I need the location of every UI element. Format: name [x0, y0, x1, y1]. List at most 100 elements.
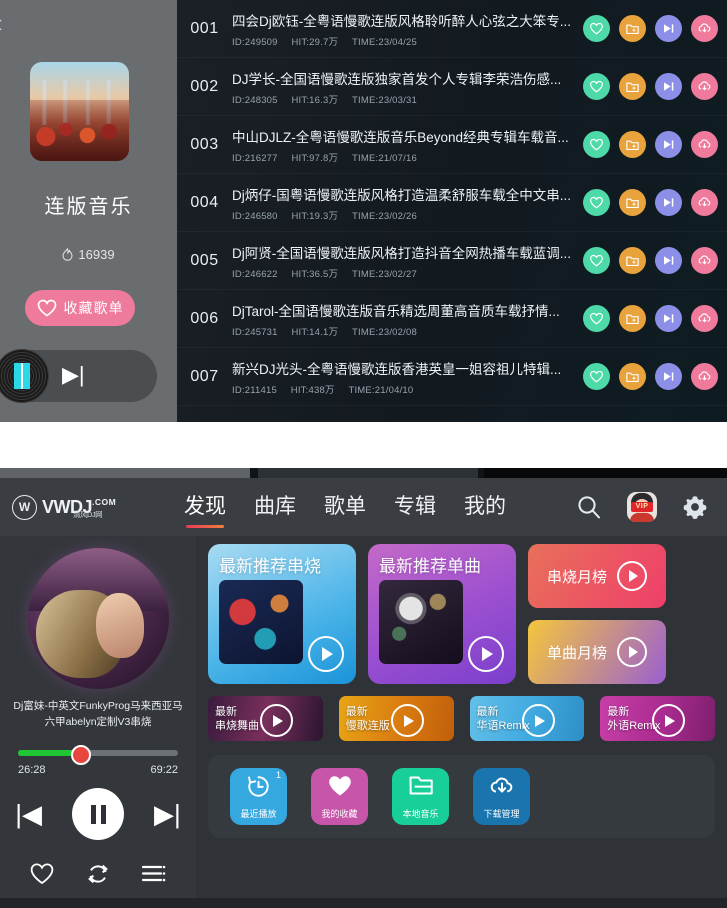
- next-track-icon[interactable]: ▶|: [62, 364, 85, 386]
- download-cloud-icon[interactable]: [691, 73, 718, 100]
- track-title: Dj阿贤-全国语慢歌连版风格打造抖音全网热播车载蓝调...: [232, 245, 571, 261]
- card-single-monthly-chart[interactable]: 单曲月榜: [528, 620, 666, 684]
- tab-discover[interactable]: 发现: [184, 490, 226, 528]
- table-row[interactable]: 004 Dj炳仔-国粤语慢歌连版风格打造温柔舒服车载全中文串... ID:246…: [177, 174, 727, 232]
- card-title-line1: 最新: [345, 705, 368, 718]
- quick-action-label: 我的收藏: [321, 809, 358, 819]
- pause-button[interactable]: [72, 788, 124, 840]
- play-icon[interactable]: [617, 561, 647, 591]
- card-latest-foreign-remix[interactable]: 最新 外语Remix: [600, 696, 715, 741]
- download-cloud-icon[interactable]: [691, 247, 718, 274]
- quick-action-favorites[interactable]: 我的收藏: [311, 768, 368, 825]
- table-row[interactable]: 006 DjTarol-全国语慢歌连版音乐精选周董高音质车载抒情... ID:2…: [177, 290, 727, 348]
- tab-albums[interactable]: 专辑: [394, 490, 436, 525]
- track-time: TIME:23/02/26: [352, 210, 417, 222]
- tab-playlists[interactable]: 歌单: [324, 490, 366, 525]
- play-next-icon[interactable]: [655, 363, 682, 390]
- avatar[interactable]: VIP: [627, 492, 657, 522]
- repeat-icon[interactable]: [85, 862, 111, 886]
- add-to-folder-icon[interactable]: [619, 15, 646, 42]
- add-to-folder-icon[interactable]: [619, 189, 646, 216]
- play-icon[interactable]: [468, 636, 504, 672]
- play-next-icon[interactable]: [655, 305, 682, 332]
- quick-action-recent[interactable]: 1 最近播放: [230, 768, 287, 825]
- track-actions: [583, 305, 727, 332]
- track-title: 四会Dj欧钰-全粤语慢歌连版风格聆听醉人心弦之大笨专...: [232, 13, 571, 29]
- mini-player-bar[interactable]: ▶|: [0, 349, 157, 403]
- tab-library[interactable]: 曲库: [254, 490, 296, 525]
- progress-thumb[interactable]: [70, 745, 91, 765]
- playlist-queue-icon[interactable]: [141, 864, 167, 884]
- play-next-icon[interactable]: [655, 73, 682, 100]
- card-mix-monthly-chart[interactable]: 串烧月榜: [528, 544, 666, 608]
- favorite-icon[interactable]: [583, 363, 610, 390]
- favorite-icon[interactable]: [583, 73, 610, 100]
- play-next-icon[interactable]: [655, 131, 682, 158]
- card-latest-dance-mix[interactable]: 最新 串烧舞曲: [208, 696, 323, 741]
- rank-card-column: 串烧月榜 单曲月榜: [528, 544, 666, 684]
- favorite-playlist-button[interactable]: 收藏歌单: [25, 290, 135, 326]
- download-cloud-icon[interactable]: [691, 305, 718, 332]
- download-cloud-icon[interactable]: [691, 189, 718, 216]
- play-icon[interactable]: [390, 704, 424, 737]
- play-icon[interactable]: [617, 637, 647, 667]
- download-cloud-icon[interactable]: [691, 131, 718, 158]
- card-latest-chinese-remix[interactable]: 最新 华语Remix: [469, 696, 585, 741]
- favorite-icon[interactable]: [583, 131, 610, 158]
- track-time: TIME:23/02/08: [352, 326, 417, 338]
- table-row[interactable]: 005 Dj阿贤-全国语慢歌连版风格打造抖音全网热播车载蓝调... ID:246…: [177, 232, 727, 290]
- add-to-folder-icon[interactable]: [619, 73, 646, 100]
- download-cloud-icon[interactable]: [691, 15, 718, 42]
- table-row[interactable]: 001 四会Dj欧钰-全粤语慢歌连版风格聆听醉人心弦之大笨专... ID:249…: [177, 0, 727, 58]
- quick-action-local-music[interactable]: 本地音乐: [392, 768, 449, 825]
- favorite-icon[interactable]: [583, 305, 610, 332]
- table-row[interactable]: 002 DJ学长-全国语慢歌连版独家首发个人专辑李荣浩伤感... ID:2483…: [177, 58, 727, 116]
- card-latest-mix[interactable]: 最新推荐串烧: [208, 544, 356, 684]
- now-playing-title: Dj富妹-中英文FunkyProg马来西亚马六甲abelyn定制V3串烧: [13, 700, 183, 728]
- track-number: 001: [190, 19, 219, 37]
- card-title: 最新 慢歌连版: [346, 705, 390, 733]
- track-actions: [583, 363, 727, 390]
- progress-slider[interactable]: [18, 745, 178, 765]
- search-icon[interactable]: [575, 493, 603, 521]
- playlist-heat: 16939: [0, 247, 177, 262]
- previous-track-icon[interactable]: |◀: [15, 801, 42, 827]
- card-latest-slow-mix[interactable]: 最新 慢歌连版: [338, 696, 454, 741]
- table-row[interactable]: 007 新兴DJ光头-全粤语慢歌连版香港英皇一姐容祖儿特辑... ID:2114…: [177, 348, 727, 406]
- nav-tabs: 发现 曲库 歌单 专辑 我的: [184, 490, 506, 528]
- play-icon[interactable]: [521, 704, 555, 737]
- play-next-icon[interactable]: [655, 247, 682, 274]
- add-to-folder-icon[interactable]: [619, 305, 646, 332]
- track-id: ID:211415: [232, 384, 277, 396]
- play-icon[interactable]: [260, 704, 293, 737]
- vinyl-pause-icon[interactable]: [0, 349, 49, 403]
- back-icon[interactable]: ‹: [0, 8, 20, 38]
- track-list[interactable]: 001 四会Dj欧钰-全粤语慢歌连版风格聆听醉人心弦之大笨专... ID:249…: [177, 0, 727, 422]
- next-track-icon[interactable]: ▶|: [154, 801, 181, 827]
- track-hit: HIT:16.3万: [291, 94, 339, 106]
- quick-action-downloads[interactable]: 下载管理: [473, 768, 530, 825]
- card-latest-single[interactable]: 最新推荐单曲: [368, 544, 516, 684]
- favorite-icon[interactable]: [583, 247, 610, 274]
- tab-mine[interactable]: 我的: [464, 490, 506, 525]
- progress-fill: [18, 750, 79, 756]
- track-actions: [583, 15, 727, 42]
- add-to-folder-icon[interactable]: [619, 363, 646, 390]
- app-logo[interactable]: W VWDJ .COM 清风DJ网: [12, 494, 162, 520]
- playlist-heat-count: 16939: [78, 247, 115, 262]
- playlist-cover-art: [30, 62, 129, 161]
- like-icon[interactable]: [29, 862, 55, 886]
- add-to-folder-icon[interactable]: [619, 247, 646, 274]
- play-icon[interactable]: [308, 636, 344, 672]
- add-to-folder-icon[interactable]: [619, 131, 646, 158]
- table-row[interactable]: 003 中山DJLZ-全粤语慢歌连版音乐Beyond经典专辑车载音... ID:…: [177, 116, 727, 174]
- gear-icon[interactable]: [681, 493, 709, 521]
- card-thumbnail: [219, 580, 303, 664]
- download-cloud-icon[interactable]: [691, 363, 718, 390]
- favorite-icon[interactable]: [583, 189, 610, 216]
- play-icon[interactable]: [652, 704, 686, 737]
- flame-icon: [62, 248, 73, 261]
- favorite-icon[interactable]: [583, 15, 610, 42]
- play-next-icon[interactable]: [655, 15, 682, 42]
- play-next-icon[interactable]: [655, 189, 682, 216]
